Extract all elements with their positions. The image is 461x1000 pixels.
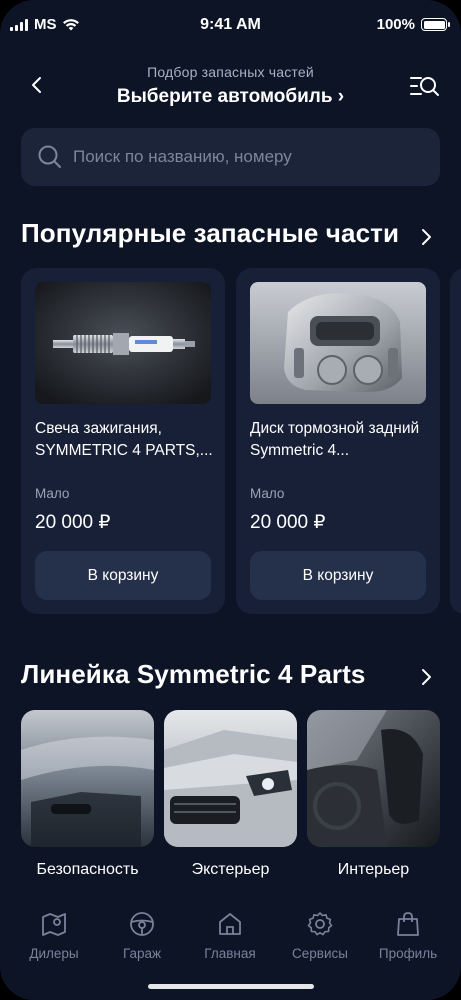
map-pin-icon xyxy=(42,913,66,936)
tab-profile[interactable]: Профиль xyxy=(362,910,454,961)
status-right: 100% xyxy=(376,16,450,33)
brake-caliper-image xyxy=(250,282,426,404)
tab-label: Сервисы xyxy=(292,946,348,961)
list-search-icon[interactable] xyxy=(409,72,441,100)
chevron-right-icon[interactable] xyxy=(419,667,433,687)
search-bar xyxy=(21,128,440,186)
car-glass-image[interactable] xyxy=(21,710,154,847)
tab-label: Гараж xyxy=(122,946,162,961)
tab-dealers[interactable]: Дилеры xyxy=(8,910,100,961)
app-screen: MS 9:41 AM 100% Подбор запасных частей В… xyxy=(0,0,461,1000)
select-car-button[interactable]: Выберите автомобиль › xyxy=(117,86,344,108)
tab-home[interactable]: Главная xyxy=(184,910,276,961)
home-icon xyxy=(219,913,241,935)
lineup-section-title: Линейка Symmetric 4 Parts xyxy=(21,659,366,689)
spark-plug-image xyxy=(35,282,211,404)
product-price: 20 000 ₽ xyxy=(35,512,111,533)
battery-icon xyxy=(421,18,450,31)
search-input[interactable] xyxy=(73,147,440,167)
stock-status: Мало xyxy=(35,486,70,501)
product-name: Диск тормозной задний Symmetric 4... xyxy=(250,420,420,459)
product-card-peek[interactable] xyxy=(450,268,461,614)
home-indicator[interactable] xyxy=(148,984,314,989)
car-interior-image[interactable] xyxy=(307,710,440,847)
category-label: Интерьер xyxy=(337,861,410,878)
product-price: 20 000 ₽ xyxy=(250,512,326,533)
car-front-image[interactable] xyxy=(164,710,297,847)
battery-percent: 100% xyxy=(376,16,415,33)
category-label: Безопасность xyxy=(36,861,139,878)
category-interior[interactable]: Интерьер xyxy=(307,710,440,879)
product-card[interactable]: Свеча зажигания, SYMMETRIC 4 PARTS,... М… xyxy=(21,268,225,614)
popular-section-title: Популярные запасные части xyxy=(21,218,400,248)
add-to-cart-button[interactable]: В корзину xyxy=(35,551,211,600)
category-safety[interactable]: Безопасность xyxy=(21,710,154,879)
tab-services[interactable]: Сервисы xyxy=(274,910,366,961)
search-icon xyxy=(38,145,61,168)
header-center: Подбор запасных частей Выберите автомоби… xyxy=(90,64,371,108)
status-bar: MS 9:41 AM 100% xyxy=(0,0,461,50)
category-exterior[interactable]: Экстерьер xyxy=(164,710,297,879)
gear-icon xyxy=(307,912,333,936)
product-card[interactable]: Диск тормозной задний Symmetric 4... Мал… xyxy=(236,268,440,614)
stock-status: Мало xyxy=(250,486,285,501)
add-to-cart-button[interactable]: В корзину xyxy=(250,551,426,600)
header: Подбор запасных частей Выберите автомоби… xyxy=(0,58,461,118)
tab-label: Профиль xyxy=(378,946,438,961)
shopping-bag-icon xyxy=(397,912,419,936)
back-arrow-icon[interactable] xyxy=(26,74,48,96)
header-subtitle: Подбор запасных частей xyxy=(147,64,314,80)
steering-wheel-icon xyxy=(130,912,154,936)
product-name: Свеча зажигания, SYMMETRIC 4 PARTS,... xyxy=(35,420,213,459)
chevron-right-icon[interactable] xyxy=(419,227,433,247)
category-label: Экстерьер xyxy=(191,861,270,878)
tab-label: Дилеры xyxy=(29,946,79,961)
tab-garage[interactable]: Гараж xyxy=(96,910,188,961)
tab-label: Главная xyxy=(204,946,256,961)
